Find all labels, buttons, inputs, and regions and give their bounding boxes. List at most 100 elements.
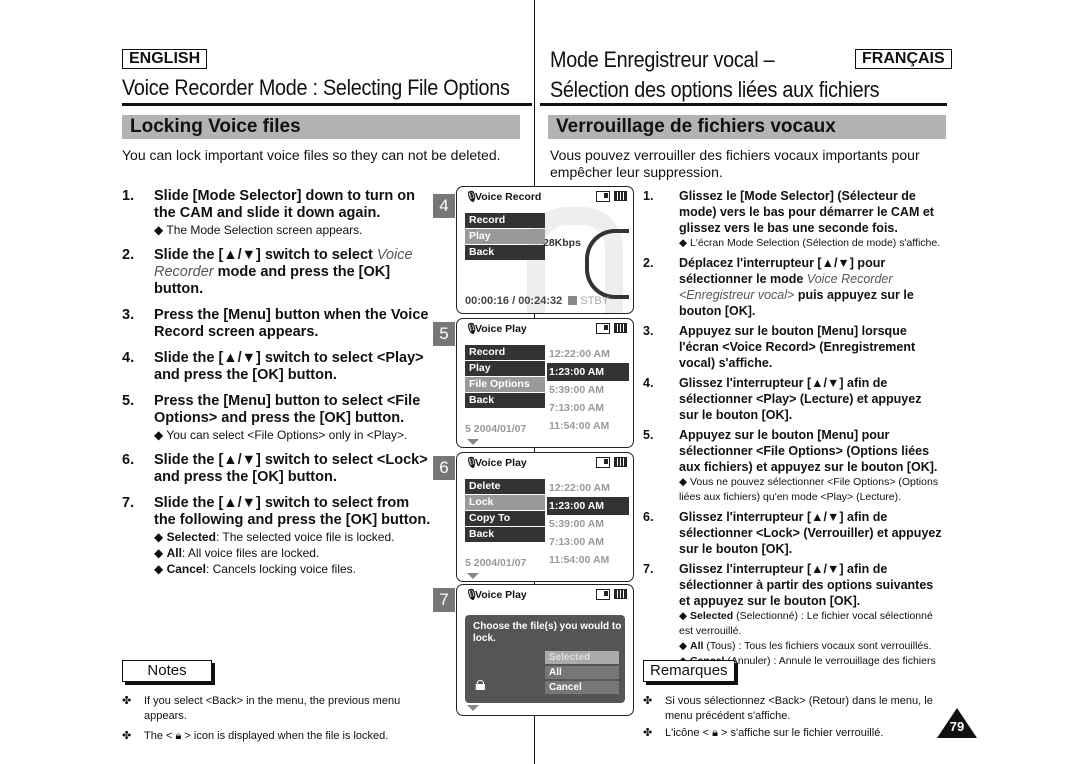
menu-item-back[interactable]: Back: [465, 527, 545, 542]
language-label-english: ENGLISH: [122, 49, 208, 69]
option-term: Selected: [166, 530, 216, 544]
scroll-down-icon[interactable]: [467, 573, 479, 579]
step-number: 4.: [122, 350, 135, 366]
status-text: STBY: [580, 295, 610, 307]
step-text: Slide the [▲/▼] switch to select: [154, 247, 377, 263]
screen-header: 🎙︎Voice Play: [457, 585, 633, 605]
step-4-fr: 4. Glissez l'interrupteur [▲/▼] afin de …: [643, 375, 943, 423]
battery-icon: [614, 323, 627, 333]
step-5-fr: 5. Appuyez sur le bouton [Menu] pour sél…: [643, 427, 943, 505]
step-6-fr: 6. Glissez l'interrupteur [▲/▼] afin de …: [643, 509, 943, 557]
step-number: 3.: [643, 324, 654, 338]
microphone-icon: 🎙︎: [465, 457, 479, 469]
step-4: 4. Slide the [▲/▼] switch to select <Pla…: [122, 350, 432, 384]
step-text: Appuyez sur le bouton [Menu] lorsque l'é…: [679, 324, 916, 370]
step-text: Glissez le [Mode Selector] (Sélecteur de…: [679, 189, 934, 235]
section-title-english: Locking Voice files: [122, 115, 520, 139]
recording-time: 00:00:16 / 00:24:32 STBY: [465, 295, 609, 307]
option-note: ◆ Cancel: Cancels locking voice files.: [154, 561, 432, 577]
menu-item-record[interactable]: Record: [465, 213, 545, 228]
intro-french: Vous pouvez verrouiller des fichiers voc…: [550, 147, 920, 180]
microphone-icon: 🎙︎: [465, 589, 479, 601]
time-item[interactable]: 11:54:00 AM: [547, 551, 629, 569]
note-bullet-icon: ✤: [122, 730, 132, 742]
diamond-bullet-icon: ◆: [679, 476, 688, 488]
step-note-text: The Mode Selection screen appears.: [166, 223, 363, 237]
time-item-selected[interactable]: 1:23:00 AM: [547, 363, 629, 381]
step-text: Slide the [▲/▼] switch to select from th…: [154, 495, 431, 528]
diamond-bullet-icon: ◆: [679, 610, 688, 622]
file-date: 5 2004/01/07: [465, 557, 527, 569]
time-item[interactable]: 5:39:00 AM: [547, 515, 629, 533]
time-item[interactable]: 12:22:00 AM: [547, 479, 629, 497]
step-3: 3. Press the [Menu] button when the Voic…: [122, 307, 432, 341]
english-steps: 1. Slide [Mode Selector] down to turn on…: [122, 188, 432, 577]
option-term: All: [166, 546, 182, 560]
time-list: 12:22:00 AM 1:23:00 AM 5:39:00 AM 7:13:0…: [547, 479, 629, 569]
menu-item-copy-to[interactable]: Copy To: [465, 511, 545, 526]
menu-item-delete[interactable]: Delete: [465, 479, 545, 494]
menu-item-lock[interactable]: Lock: [465, 495, 545, 510]
time-item[interactable]: 12:22:00 AM: [547, 345, 629, 363]
time-item-selected[interactable]: 1:23:00 AM: [547, 497, 629, 515]
step-5: 5. Press the [Menu] button to select <Fi…: [122, 393, 432, 443]
bitrate: 28Kbps: [543, 237, 581, 249]
step-number: 3.: [122, 307, 135, 323]
menu-item-record[interactable]: Record: [465, 345, 545, 360]
scroll-down-icon[interactable]: [467, 439, 479, 445]
section-title-french: Verrouillage de fichiers vocaux: [548, 115, 946, 139]
step-text: Press the [Menu] button when the Voice R…: [154, 307, 429, 340]
option-term: Selected: [690, 610, 734, 622]
memory-card-icon: [596, 191, 610, 202]
menu-item-file-options[interactable]: File Options: [465, 377, 545, 392]
memory-card-icon: [596, 323, 610, 334]
step-number: 6.: [643, 510, 654, 524]
lock-icon: 🔒︎: [475, 673, 486, 695]
note-item: ✤ L'icône < 🔒︎ > s'affiche sur le fichier…: [643, 726, 943, 741]
option-note: ◆ Selected (Selectionné) : Le fichier vo…: [679, 609, 943, 639]
time-item[interactable]: 7:13:00 AM: [547, 399, 629, 417]
diamond-bullet-icon: ◆: [154, 530, 164, 544]
battery-icon: [614, 589, 627, 599]
lock-dialog: Choose the file(s) you would to lock. Se…: [465, 615, 625, 703]
screen-step-number: 4: [433, 194, 455, 218]
screen-title: Voice Play: [475, 323, 527, 335]
scroll-down-icon[interactable]: [467, 705, 479, 711]
menu-item-play[interactable]: Play: [465, 229, 545, 244]
lock-icon: 🔒︎: [712, 727, 718, 739]
screen-voice-play-file-options: 🎙︎Voice Play 12:22:00 AM 1:23:00 AM 5:39…: [456, 452, 634, 582]
step-number: 1.: [643, 189, 654, 203]
time-item[interactable]: 11:54:00 AM: [547, 417, 629, 435]
time-item[interactable]: 7:13:00 AM: [547, 533, 629, 551]
menu-item-play[interactable]: Play: [465, 361, 545, 376]
option-selected[interactable]: Selected: [545, 651, 619, 664]
option-cancel[interactable]: Cancel: [545, 681, 619, 694]
title-rule-right: [540, 103, 947, 106]
notes-english: ✤ If you select <Back> in the menu, the p…: [122, 694, 442, 744]
time-item[interactable]: 5:39:00 AM: [547, 381, 629, 399]
step-text: Slide [Mode Selector] down to turn on th…: [154, 188, 415, 221]
notes-french: ✤ Si vous sélectionnez <Back> (Retour) da…: [643, 694, 943, 741]
file-date: 5 2004/01/07: [465, 423, 527, 435]
step-7: 7. Slide the [▲/▼] switch to select from…: [122, 495, 432, 577]
menu-item-back[interactable]: Back: [465, 245, 545, 260]
step-number: 4.: [643, 376, 654, 390]
step-note-text: You can select <File Options> only in <P…: [166, 428, 408, 442]
note-text: > icon is displayed when the file is loc…: [184, 730, 389, 742]
step-note-text: Vous ne pouvez sélectionner <File Option…: [679, 476, 939, 503]
menu-item-back[interactable]: Back: [465, 393, 545, 408]
menu: Record Play Back: [465, 213, 545, 261]
head-silhouette-icon: [585, 229, 629, 299]
step-note: ◆ L'écran Mode Selection (Sélection de m…: [679, 236, 943, 251]
note-text: Si vous sélectionnez <Back> (Retour) dan…: [665, 695, 933, 722]
step-text: Glissez l'interrupteur [▲/▼] afin de sél…: [679, 562, 934, 608]
option-all[interactable]: All: [545, 666, 619, 679]
memory-card-icon: [596, 589, 610, 600]
stop-icon: [568, 296, 578, 305]
note-text: If you select <Back> in the menu, the pr…: [144, 695, 401, 722]
option-term: Cancel: [166, 562, 206, 576]
step-2-fr: 2. Déplacez l'interrupteur [▲/▼] pour sé…: [643, 255, 943, 319]
diamond-bullet-icon: ◆: [154, 546, 164, 560]
note-text: > s'affiche sur le fichier verrouillé.: [720, 727, 884, 739]
page-title-french-line1: Mode Enregistreur vocal –: [550, 47, 775, 72]
